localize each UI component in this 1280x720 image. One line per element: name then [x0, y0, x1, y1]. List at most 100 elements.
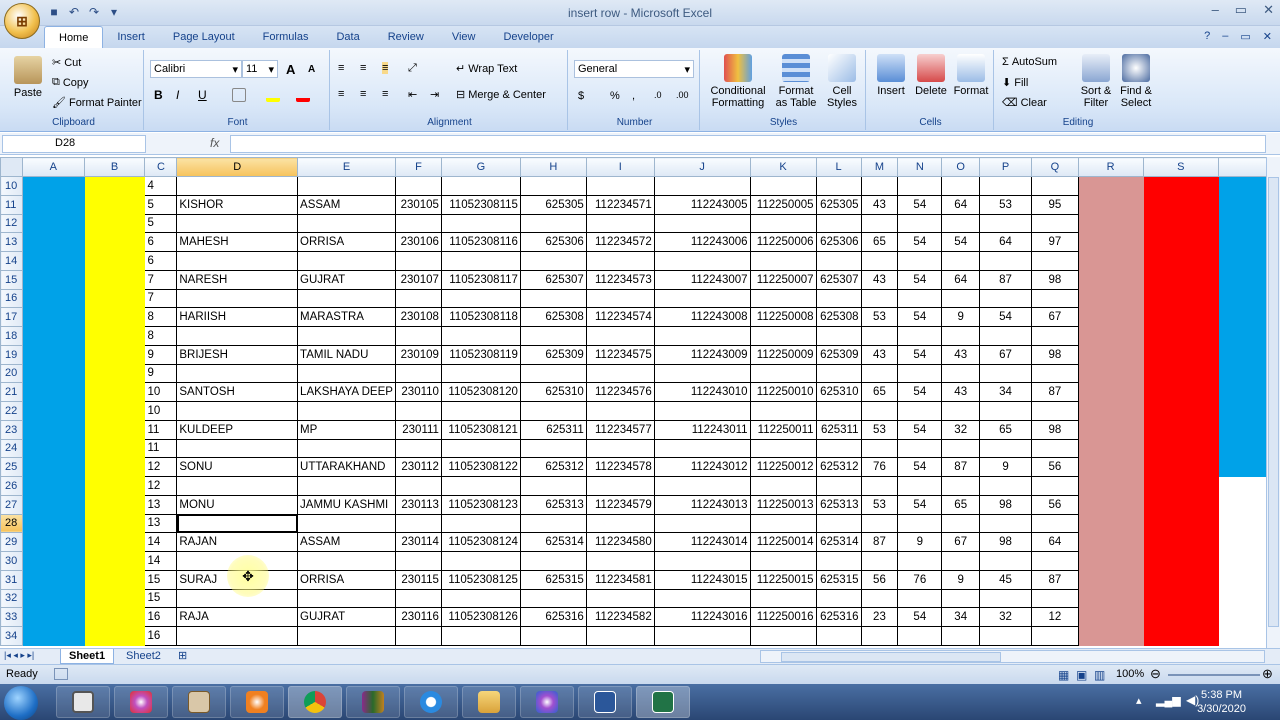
cell-s[interactable] — [1142, 232, 1220, 252]
cell-q[interactable] — [1030, 438, 1079, 459]
cell-r[interactable] — [1077, 476, 1144, 496]
cell-j[interactable]: 112243010 — [653, 382, 751, 402]
cell-h[interactable]: 625306 — [519, 232, 587, 252]
cell-o[interactable] — [941, 288, 981, 309]
cell-s[interactable] — [1142, 513, 1220, 534]
cell-o[interactable]: 64 — [941, 269, 981, 290]
cell-l[interactable]: 625305 — [815, 194, 862, 215]
taskbar-word-button[interactable] — [578, 686, 632, 718]
cell-e[interactable]: MP — [297, 419, 396, 440]
ribbon-minimize-icon[interactable]: – — [1222, 30, 1228, 43]
cell-s[interactable] — [1142, 588, 1220, 609]
row-header[interactable]: 34 — [0, 626, 23, 646]
cell-g[interactable]: 11052308115 — [440, 194, 521, 215]
cell-g[interactable]: 11052308124 — [440, 532, 521, 552]
cell-h[interactable]: 625307 — [519, 269, 587, 290]
cell-h[interactable]: 625315 — [519, 569, 587, 590]
cell-q[interactable]: 87 — [1030, 569, 1079, 590]
format-painter-button[interactable]: 🖌 Format Painter — [52, 96, 142, 110]
cell-l[interactable] — [815, 288, 862, 309]
cell-j[interactable]: 112243005 — [653, 194, 751, 215]
cell-q[interactable] — [1030, 176, 1079, 196]
cut-button[interactable]: ✂ Cut — [52, 56, 81, 70]
cell-i[interactable] — [585, 626, 655, 646]
cell-h[interactable]: 625311 — [519, 419, 587, 440]
cell-i[interactable] — [585, 551, 655, 571]
cell-i[interactable]: 112234572 — [585, 232, 655, 252]
cell-f[interactable] — [394, 326, 442, 346]
cell-e[interactable]: GUJRAT — [297, 607, 396, 627]
cell-e[interactable]: JAMMU KASHMI — [297, 494, 396, 515]
zoom-in-icon[interactable]: ⊕ — [1262, 666, 1273, 682]
cell-b[interactable] — [83, 382, 146, 402]
cell-l[interactable] — [815, 476, 862, 496]
cell-p[interactable]: 67 — [979, 344, 1032, 365]
cell-p[interactable]: 32 — [979, 607, 1032, 627]
cell-g[interactable] — [440, 288, 521, 309]
cell-n[interactable]: 9 — [897, 532, 943, 552]
cell-b[interactable] — [83, 326, 146, 346]
column-header-o[interactable]: O — [941, 157, 981, 177]
cell-j[interactable] — [653, 551, 751, 571]
cell-a[interactable] — [21, 607, 85, 627]
cell-i[interactable]: 112234575 — [585, 344, 655, 365]
cell-q[interactable] — [1030, 513, 1079, 534]
cell-g[interactable]: 11052308125 — [440, 569, 521, 590]
cell-e[interactable] — [297, 213, 396, 234]
cell-p[interactable] — [979, 476, 1032, 496]
cell-f[interactable]: 230107 — [394, 269, 442, 290]
cell-k[interactable] — [749, 251, 817, 271]
tab-home[interactable]: Home — [44, 26, 104, 48]
decrease-indent-button[interactable]: ⇤ — [408, 88, 417, 101]
cell-n[interactable]: 54 — [897, 194, 943, 215]
cell-c[interactable]: 5 — [144, 213, 178, 234]
cell-b[interactable] — [83, 344, 146, 365]
cell-h[interactable] — [519, 176, 587, 196]
cell-g[interactable] — [440, 476, 521, 496]
cell-l[interactable]: 625314 — [815, 532, 862, 552]
row-header[interactable]: 12 — [0, 213, 23, 234]
column-header-h[interactable]: H — [519, 157, 587, 177]
cell-j[interactable]: 112243008 — [653, 307, 751, 327]
cell-l[interactable] — [815, 401, 862, 421]
cell-r[interactable] — [1077, 269, 1144, 290]
cell-e[interactable]: ASSAM — [297, 532, 396, 552]
format-as-table-button[interactable]: Format as Table — [772, 54, 820, 109]
cell-c[interactable]: 11 — [144, 438, 178, 459]
cell-f[interactable]: 230111 — [394, 419, 442, 440]
row-header[interactable]: 11 — [0, 194, 23, 215]
cell-o[interactable] — [941, 626, 981, 646]
sheet-nav-arrows-icon[interactable]: |◂ ◂ ▸ ▸| — [4, 650, 34, 661]
cell-f[interactable] — [394, 288, 442, 309]
cell-k[interactable] — [749, 288, 817, 309]
cell-j[interactable]: 112243006 — [653, 232, 751, 252]
cell-i[interactable]: 112234580 — [585, 532, 655, 552]
cell-k[interactable] — [749, 363, 817, 384]
cell-k[interactable]: 112250008 — [749, 307, 817, 327]
cell-n[interactable] — [897, 513, 943, 534]
cell-e[interactable]: MARASTRA — [297, 307, 396, 327]
cell-i[interactable]: 112234571 — [585, 194, 655, 215]
cell-s[interactable] — [1142, 326, 1220, 346]
cell-a[interactable] — [21, 344, 85, 365]
taskbar-excel-button[interactable] — [636, 686, 690, 718]
cell-o[interactable] — [941, 251, 981, 271]
cell-c[interactable]: 11 — [144, 419, 178, 440]
cell-e[interactable] — [297, 626, 396, 646]
align-left-button[interactable]: ≡ — [338, 88, 344, 100]
cell-c[interactable]: 12 — [144, 457, 178, 477]
cell-d[interactable] — [176, 326, 299, 346]
row-header[interactable]: 29 — [0, 532, 23, 552]
cell-s[interactable] — [1142, 438, 1220, 459]
cell-f[interactable]: 230112 — [394, 457, 442, 477]
cell-n[interactable]: 54 — [897, 382, 943, 402]
row-header[interactable]: 13 — [0, 232, 23, 252]
cell-i[interactable]: 112234578 — [585, 457, 655, 477]
cell-r[interactable] — [1077, 213, 1144, 234]
cell-a[interactable] — [21, 513, 85, 534]
taskbar-winrar-button[interactable] — [346, 686, 400, 718]
cell-l[interactable]: 625310 — [815, 382, 862, 402]
cell-s[interactable] — [1142, 213, 1220, 234]
cell-d[interactable]: RAJAN — [176, 532, 299, 552]
cell-i[interactable] — [585, 401, 655, 421]
